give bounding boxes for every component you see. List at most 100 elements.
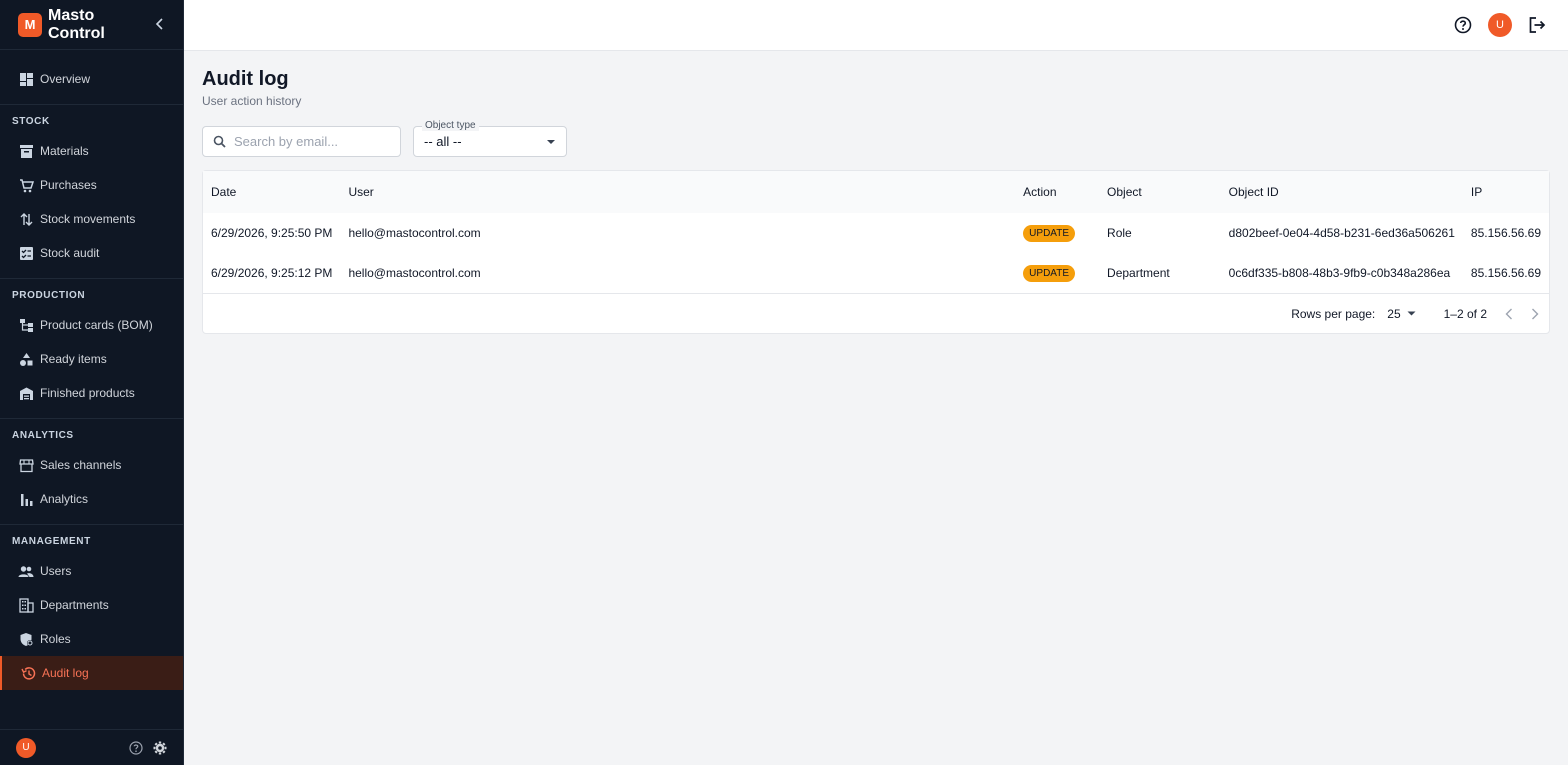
avatar[interactable]: U [16, 737, 36, 758]
help-icon[interactable] [1454, 16, 1472, 34]
roles-icon [18, 631, 34, 647]
audit-table-card: Date User Action Object Object ID IP 6/2… [202, 170, 1550, 334]
dashboard-icon [18, 71, 34, 87]
sidebar-item-stock-audit[interactable]: Stock audit [0, 236, 183, 270]
next-page-icon[interactable] [1531, 308, 1539, 320]
rows-per-page-select[interactable]: 25 [1387, 306, 1416, 321]
brand-logo: M [18, 12, 42, 37]
cell-ip: 85.156.56.69 [1470, 266, 1541, 280]
cell-action: UPDATE [1015, 253, 1099, 293]
search-input[interactable] [234, 134, 384, 149]
section-title: STOCK [12, 116, 50, 127]
sidebar-item-audit-log[interactable]: Audit log [0, 656, 183, 690]
collapse-sidebar-icon[interactable] [155, 17, 165, 33]
sidebar-item-label: Stock movements [40, 212, 136, 226]
cell-date: 6/29/2026, 9:25:50 PM [211, 226, 333, 240]
brand-name: Masto Control [48, 6, 105, 42]
sidebar-item-label: Overview [40, 72, 91, 86]
sidebar-item-stock-movements[interactable]: Stock movements [0, 202, 183, 236]
action-badge: UPDATE [1023, 264, 1075, 282]
sidebar-item-label: Stock audit [40, 246, 100, 260]
rows-per-page-label: Rows per page: [1291, 306, 1376, 321]
rows-per-page-value: 25 [1387, 306, 1401, 321]
shapes-icon [18, 351, 34, 367]
caret-down-icon [1407, 311, 1416, 316]
sidebar-item-users[interactable]: Users [0, 554, 183, 588]
gear-icon[interactable] [153, 741, 167, 755]
section-stock: STOCK Materials Purchases Stock movement… [0, 104, 183, 270]
table-row[interactable]: 6/29/2026, 9:25:50 PM hello@mastocontrol… [203, 213, 1549, 253]
sidebar-footer: U [0, 729, 183, 765]
pagination: Rows per page: 25 1–2 of 2 [203, 293, 1549, 333]
cell-object-id: 0c6df335-b808-48b3-9fb9-c0b348a286ea [1228, 266, 1451, 280]
logout-icon[interactable] [1528, 16, 1546, 34]
sidebar-item-label: Purchases [40, 178, 97, 192]
users-icon [18, 563, 34, 579]
search-box [202, 126, 401, 157]
help-icon[interactable] [129, 740, 143, 755]
cell-object: Department [1107, 266, 1170, 280]
audit-table: Date User Action Object Object ID IP 6/2… [203, 171, 1549, 293]
section-title: MANAGEMENT [12, 536, 91, 547]
sidebar-item-label: Roles [40, 632, 71, 646]
sidebar-item-label: Product cards (BOM) [40, 318, 153, 332]
section-analytics: ANALYTICS Sales channels Analytics [0, 418, 183, 516]
main-content: Audit log User action history Object typ… [202, 68, 1550, 334]
archive-icon [18, 143, 34, 159]
object-type-value: -- all -- [424, 134, 462, 149]
user-avatar[interactable]: U [1488, 13, 1512, 37]
sidebar-item-label: Users [40, 564, 72, 578]
column-header-user[interactable]: User [340, 171, 1015, 213]
object-type-select[interactable]: Object type -- all -- [413, 120, 567, 157]
brand-header: M Masto Control [0, 0, 183, 50]
sidebar-nav: Overview STOCK Materials Purchases Stock… [0, 50, 183, 690]
sidebar-item-label: Materials [40, 144, 89, 158]
page-title: Audit log [202, 68, 289, 90]
bar-chart-icon [18, 491, 34, 507]
section-title: ANALYTICS [12, 430, 74, 441]
cell-object: Role [1107, 226, 1132, 240]
cart-icon [18, 177, 34, 193]
sidebar-item-product-cards[interactable]: Product cards (BOM) [0, 308, 183, 342]
section-management: MANAGEMENT Users Departments Roles Audit… [0, 524, 183, 690]
sidebar-item-label: Audit log [42, 666, 89, 680]
column-header-date[interactable]: Date [203, 171, 340, 213]
column-header-action[interactable]: Action [1015, 171, 1099, 213]
column-header-object[interactable]: Object [1099, 171, 1221, 213]
sidebar-item-materials[interactable]: Materials [0, 134, 183, 168]
search-icon [213, 135, 226, 148]
sidebar-item-overview[interactable]: Overview [0, 62, 183, 96]
sidebar-item-roles[interactable]: Roles [0, 622, 183, 656]
object-type-label: Object type [422, 120, 479, 131]
top-bar: U [184, 0, 1568, 51]
page-range: 1–2 of 2 [1443, 306, 1487, 321]
section-production: PRODUCTION Product cards (BOM) Ready ite… [0, 278, 183, 410]
sidebar-item-label: Analytics [40, 492, 89, 506]
warehouse-icon [18, 385, 34, 401]
caret-down-icon [546, 139, 556, 145]
tree-icon [18, 317, 34, 333]
section-title: PRODUCTION [12, 290, 86, 301]
sidebar-item-departments[interactable]: Departments [0, 588, 183, 622]
previous-page-icon[interactable] [1505, 308, 1513, 320]
table-row[interactable]: 6/29/2026, 9:25:12 PM hello@mastocontrol… [203, 253, 1549, 293]
store-icon [18, 457, 34, 473]
sidebar-item-analytics[interactable]: Analytics [0, 482, 183, 516]
sidebar-item-finished-products[interactable]: Finished products [0, 376, 183, 410]
page-subtitle: User action history [202, 94, 302, 108]
filters-bar: Object type -- all -- [202, 120, 1550, 157]
sidebar: M Masto Control Overview STOCK Materials… [0, 0, 184, 765]
cell-user: hello@mastocontrol.com [348, 226, 481, 240]
building-icon [18, 597, 34, 613]
sidebar-item-label: Sales channels [40, 458, 122, 472]
sidebar-item-purchases[interactable]: Purchases [0, 168, 183, 202]
column-header-object-id[interactable]: Object ID [1221, 171, 1463, 213]
checklist-icon [18, 245, 34, 261]
cell-date: 6/29/2026, 9:25:12 PM [211, 266, 333, 280]
cell-action: UPDATE [1015, 213, 1099, 253]
sidebar-item-ready-items[interactable]: Ready items [0, 342, 183, 376]
cell-object-id: d802beef-0e04-4d58-b231-6ed36a506261 [1228, 226, 1455, 240]
sidebar-item-sales-channels[interactable]: Sales channels [0, 448, 183, 482]
swap-vertical-icon [18, 211, 34, 227]
column-header-ip[interactable]: IP [1463, 171, 1549, 213]
